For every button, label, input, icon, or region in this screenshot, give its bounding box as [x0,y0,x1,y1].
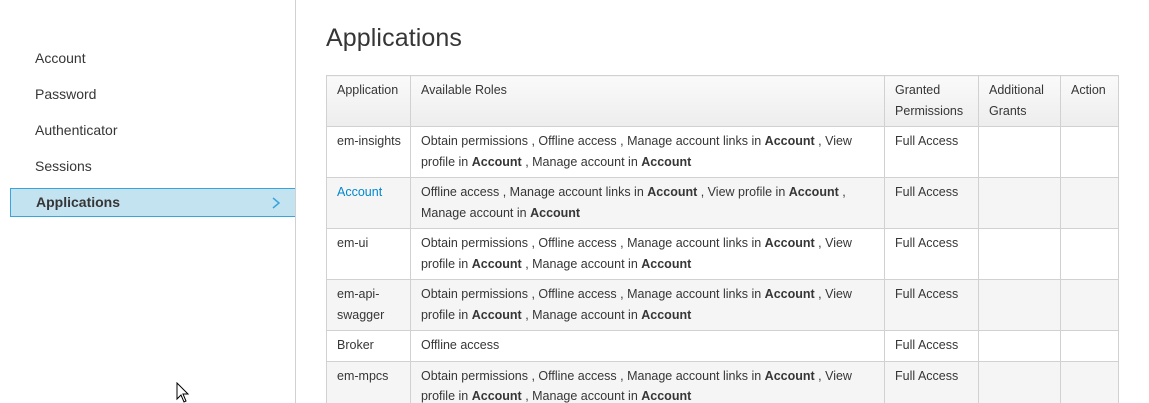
role-text: , Manage account in [521,256,642,271]
cell-available-roles: Obtain permissions , Offline access , Ma… [409,360,886,403]
cell-additional-grants [978,126,1061,178]
sidebar-item-password[interactable]: Password [10,76,295,112]
role-client-name: Account [764,368,815,383]
role-text: , Manage account in [521,154,642,169]
table-row: em-api-swagger Obtain permissions , Offli… [326,279,1120,331]
cell-additional-grants [978,177,1061,229]
cell-additional-grants [978,279,1061,331]
role-client-name: Account [788,185,839,199]
sidebar-item-label: Account [35,50,86,66]
application-link[interactable]: Account [337,185,382,199]
header-application: Application [326,75,411,127]
role-client-name: Account [641,389,692,403]
cell-available-roles: Offline access [409,330,886,362]
cell-granted-permissions: Full Access [884,279,980,331]
sidebar-menu: Account Password Authenticator Sessions … [0,0,295,217]
cell-granted-permissions: Full Access [884,177,980,229]
cell-available-roles: Offline access , Manage account links in… [409,177,886,229]
header-action: Action [1059,75,1120,127]
sidebar-item-sessions[interactable]: Sessions [10,148,295,184]
role-client-name: Account [647,185,698,199]
role-text: Obtain permissions , Offline access , Ma… [420,287,765,301]
mouse-pointer-icon [176,382,190,403]
cell-available-roles: Obtain permissions , Offline access , Ma… [409,126,886,178]
cell-application: Broker [326,330,411,362]
role-text: Offline access [420,338,500,352]
cell-application: em-mpcs [326,360,411,403]
role-client-name: Account [764,236,815,250]
application-name: em-mpcs [337,368,389,383]
sidebar-item-label: Sessions [35,158,92,174]
cell-application: Account [326,177,411,229]
role-client-name: Account [471,307,522,322]
cell-action [1059,360,1120,403]
cell-application: em-ui [326,228,411,280]
role-text: Obtain permissions , Offline access , Ma… [420,236,765,250]
role-client-name: Account [471,256,522,271]
application-name: em-api-swagger [337,287,385,322]
sidebar-item-applications[interactable]: Applications [10,188,295,217]
cell-available-roles: Obtain permissions , Offline access , Ma… [409,228,886,280]
page-title: Applications [326,24,463,52]
role-client-name: Account [641,307,692,322]
account-console: Account Password Authenticator Sessions … [0,0,1149,403]
cell-granted-permissions: Full Access [884,360,980,403]
sidebar-item-account[interactable]: Account [10,40,295,76]
main-content: Applications Application Available Roles… [326,0,1120,403]
role-client-name: Account [641,154,692,169]
cell-granted-permissions: Full Access [884,228,980,280]
role-client-name: Account [471,389,522,403]
role-text: , Manage account in [521,389,642,403]
table-header-row: Application Available Roles Granted Perm… [326,75,1120,127]
role-client-name: Account [641,256,692,271]
cell-additional-grants [978,360,1061,403]
role-client-name: Account [764,287,815,301]
role-text: , Manage account in [521,307,642,322]
header-granted-permissions: Granted Permissions [884,75,980,127]
applications-table: Application Available Roles Granted Perm… [326,75,1120,403]
role-text: Obtain permissions , Offline access , Ma… [420,134,765,148]
table-row: em-mpcs Obtain permissions , Offline acce… [326,360,1120,403]
table-body: em-insights Obtain permissions , Offline … [326,126,1120,403]
cell-action [1059,228,1120,280]
cell-action [1059,279,1120,331]
application-name: em-ui [337,236,369,250]
header-additional-grants: Additional Grants [978,75,1061,127]
sidebar-item-label: Applications [36,194,121,210]
role-client-name: Account [764,134,815,148]
cell-granted-permissions: Full Access [884,126,980,178]
cell-granted-permissions: Full Access [884,330,980,362]
table-row: Account Offline access , Manage account l… [326,177,1120,229]
cell-action [1059,177,1120,229]
table-row: em-insights Obtain permissions , Offline … [326,126,1120,178]
cell-action [1059,330,1120,362]
sidebar-item-authenticator[interactable]: Authenticator [10,112,295,148]
role-client-name: Account [471,154,522,169]
role-text: , View profile in [697,185,789,199]
sidebar-item-label: Authenticator [35,122,118,138]
table-row: em-ui Obtain permissions , Offline access… [326,228,1120,280]
cell-available-roles: Obtain permissions , Offline access , Ma… [409,279,886,331]
cell-application: em-api-swagger [326,279,411,331]
role-text: Obtain permissions , Offline access , Ma… [420,368,765,383]
role-client-name: Account [530,205,581,220]
chevron-right-icon [272,197,281,209]
cell-additional-grants [978,330,1061,362]
header-available-roles: Available Roles [409,75,886,127]
cell-action [1059,126,1120,178]
application-name: em-insights [337,134,401,148]
sidebar-item-label: Password [35,86,97,102]
cell-application: em-insights [326,126,411,178]
table-row: Broker Offline access Full Access [326,330,1120,362]
role-text: Offline access , Manage account links in [420,185,648,199]
application-name: Broker [337,338,374,352]
sidebar-nav: Account Password Authenticator Sessions … [0,0,296,403]
cell-additional-grants [978,228,1061,280]
